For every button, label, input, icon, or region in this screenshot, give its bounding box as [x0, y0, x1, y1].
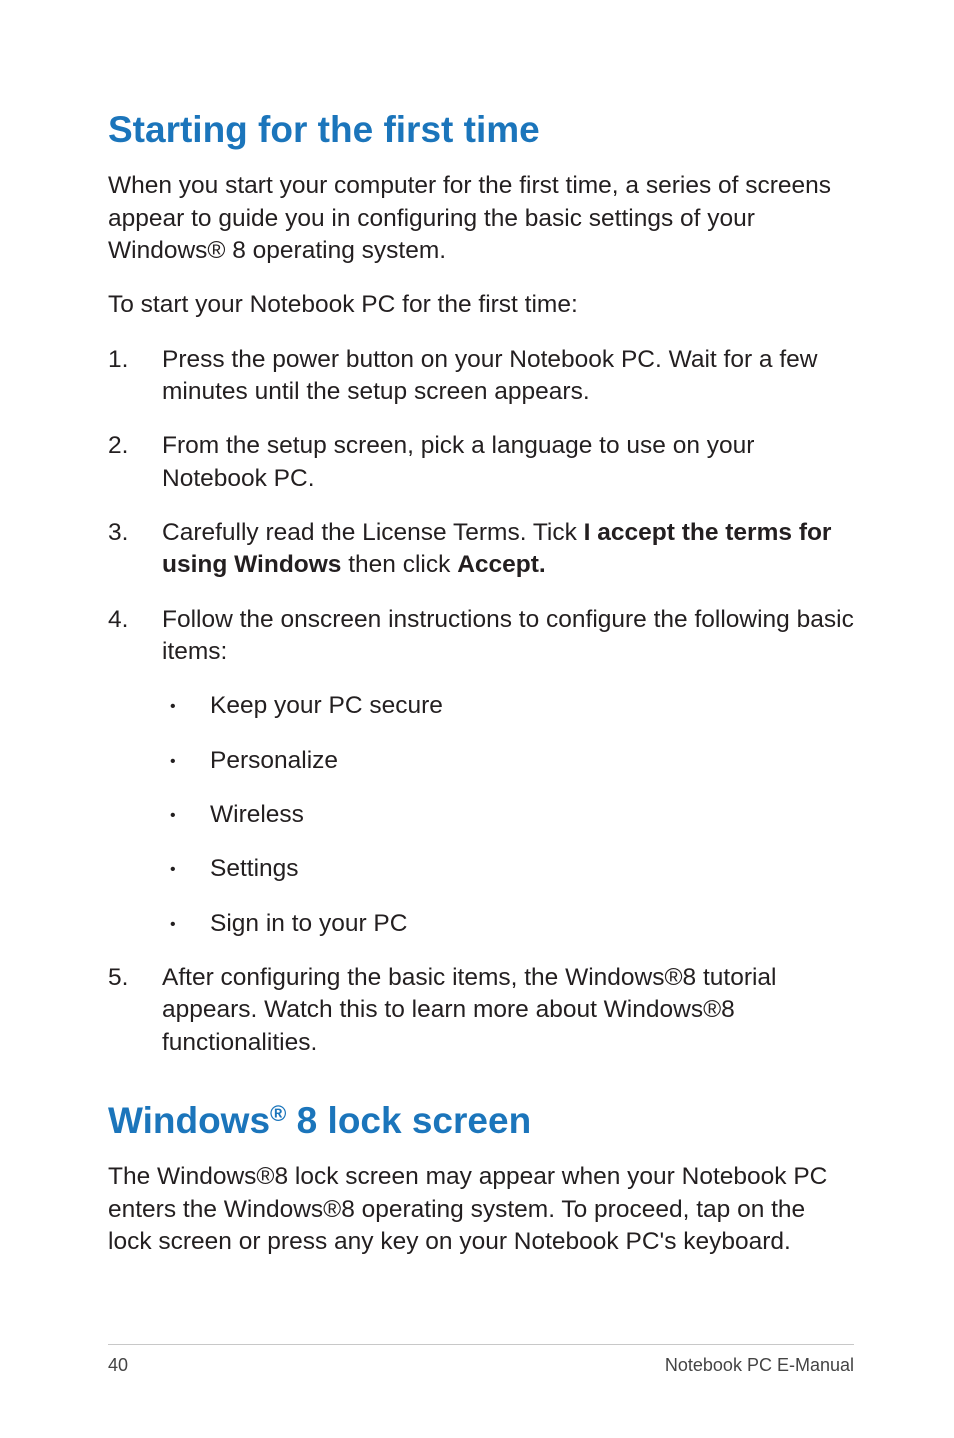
- lockscreen-body: The Windows®8 lock screen may appear whe…: [108, 1161, 854, 1258]
- step-3-bold2: Accept.: [457, 551, 546, 578]
- page-number: 40: [108, 1355, 128, 1376]
- bullet-settings: Settings: [162, 853, 854, 885]
- step-3: Carefully read the License Terms. Tick I…: [108, 517, 854, 582]
- step-3-mid: then click: [341, 551, 457, 578]
- lead-paragraph: To start your Notebook PC for the first …: [108, 289, 854, 321]
- step-4-bullets: Keep your PC secure Personalize Wireless…: [162, 690, 854, 940]
- section-heading-starting: Starting for the first time: [108, 108, 854, 152]
- registered-icon: ®: [270, 1101, 286, 1126]
- step-3-pre: Carefully read the License Terms. Tick: [162, 519, 584, 546]
- step-4: Follow the onscreen instructions to conf…: [108, 604, 854, 940]
- step-1: Press the power button on your Notebook …: [108, 344, 854, 409]
- steps-list: Press the power button on your Notebook …: [108, 344, 854, 1059]
- bullet-personalize: Personalize: [162, 745, 854, 777]
- step-4-text: Follow the onscreen instructions to conf…: [162, 606, 854, 665]
- step-2: From the setup screen, pick a language t…: [108, 430, 854, 495]
- heading-post: 8 lock screen: [286, 1100, 531, 1141]
- bullet-wireless: Wireless: [162, 799, 854, 831]
- intro-paragraph: When you start your computer for the fir…: [108, 170, 854, 267]
- document-title: Notebook PC E-Manual: [665, 1355, 854, 1376]
- step-5: After configuring the basic items, the W…: [108, 962, 854, 1059]
- section-heading-lockscreen: Windows® 8 lock screen: [108, 1099, 854, 1143]
- bullet-keep-secure: Keep your PC secure: [162, 690, 854, 722]
- heading-pre: Windows: [108, 1100, 270, 1141]
- section-lock-screen: Windows® 8 lock screen The Windows®8 loc…: [108, 1099, 854, 1258]
- bullet-signin: Sign in to your PC: [162, 908, 854, 940]
- page-footer: 40 Notebook PC E-Manual: [108, 1344, 854, 1376]
